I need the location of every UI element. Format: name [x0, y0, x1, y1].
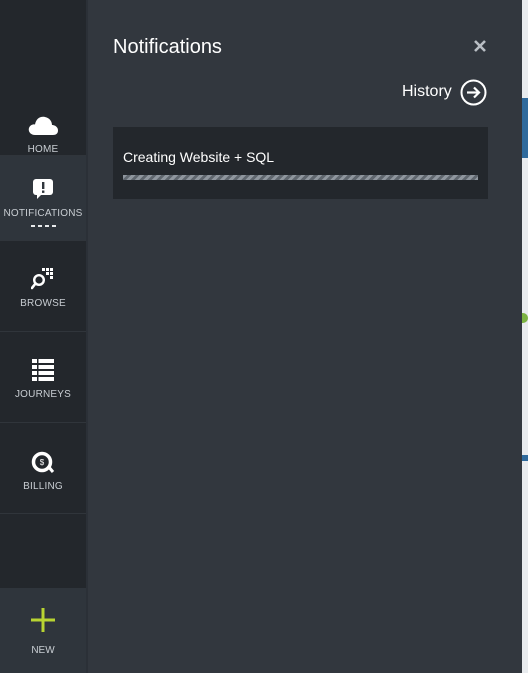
browse-icon — [31, 268, 55, 290]
notification-item[interactable]: Creating Website + SQL — [113, 127, 488, 199]
journeys-icon — [32, 359, 54, 381]
close-icon — [474, 40, 486, 52]
progress-bar — [123, 175, 478, 180]
close-button[interactable] — [472, 38, 488, 54]
billing-icon: $ — [31, 451, 55, 473]
sidebar-item-journeys[interactable]: JOURNEYS — [0, 338, 86, 423]
panel-title: Notifications — [113, 36, 222, 58]
sidebar-item-browse[interactable]: BROWSE — [0, 247, 86, 332]
sidebar-item-home[interactable]: HOME — [0, 0, 86, 156]
sidebar-item-label: NOTIFICATIONS — [3, 208, 83, 219]
sidebar-item-label: BILLING — [23, 481, 63, 492]
history-link[interactable]: History — [402, 78, 487, 106]
arrow-right-circle-icon — [460, 79, 487, 105]
sidebar-item-billing[interactable]: $ BILLING — [0, 429, 86, 514]
new-button[interactable]: NEW — [0, 588, 86, 673]
sidebar-item-label: JOURNEYS — [14, 389, 72, 400]
sidebar-item-label: HOME — [27, 144, 59, 155]
sidebar-item-notifications[interactable]: NOTIFICATIONS — [0, 156, 86, 241]
loading-indicator — [30, 225, 56, 227]
plus-icon — [31, 608, 55, 637]
notifications-panel: Notifications History Creating Website +… — [88, 0, 522, 673]
notification-text: Creating Website + SQL — [123, 149, 275, 165]
alert-icon — [32, 178, 54, 200]
new-button-label: NEW — [31, 645, 55, 656]
history-label: History — [402, 83, 452, 100]
cloud-icon — [27, 114, 59, 136]
svg-text:$: $ — [40, 458, 45, 467]
sidebar: HOME NOTIFICATIONS BROWSE JOURNEYS $ BIL… — [0, 0, 86, 673]
background-content-edge — [522, 0, 528, 673]
sidebar-item-label: BROWSE — [20, 298, 66, 309]
